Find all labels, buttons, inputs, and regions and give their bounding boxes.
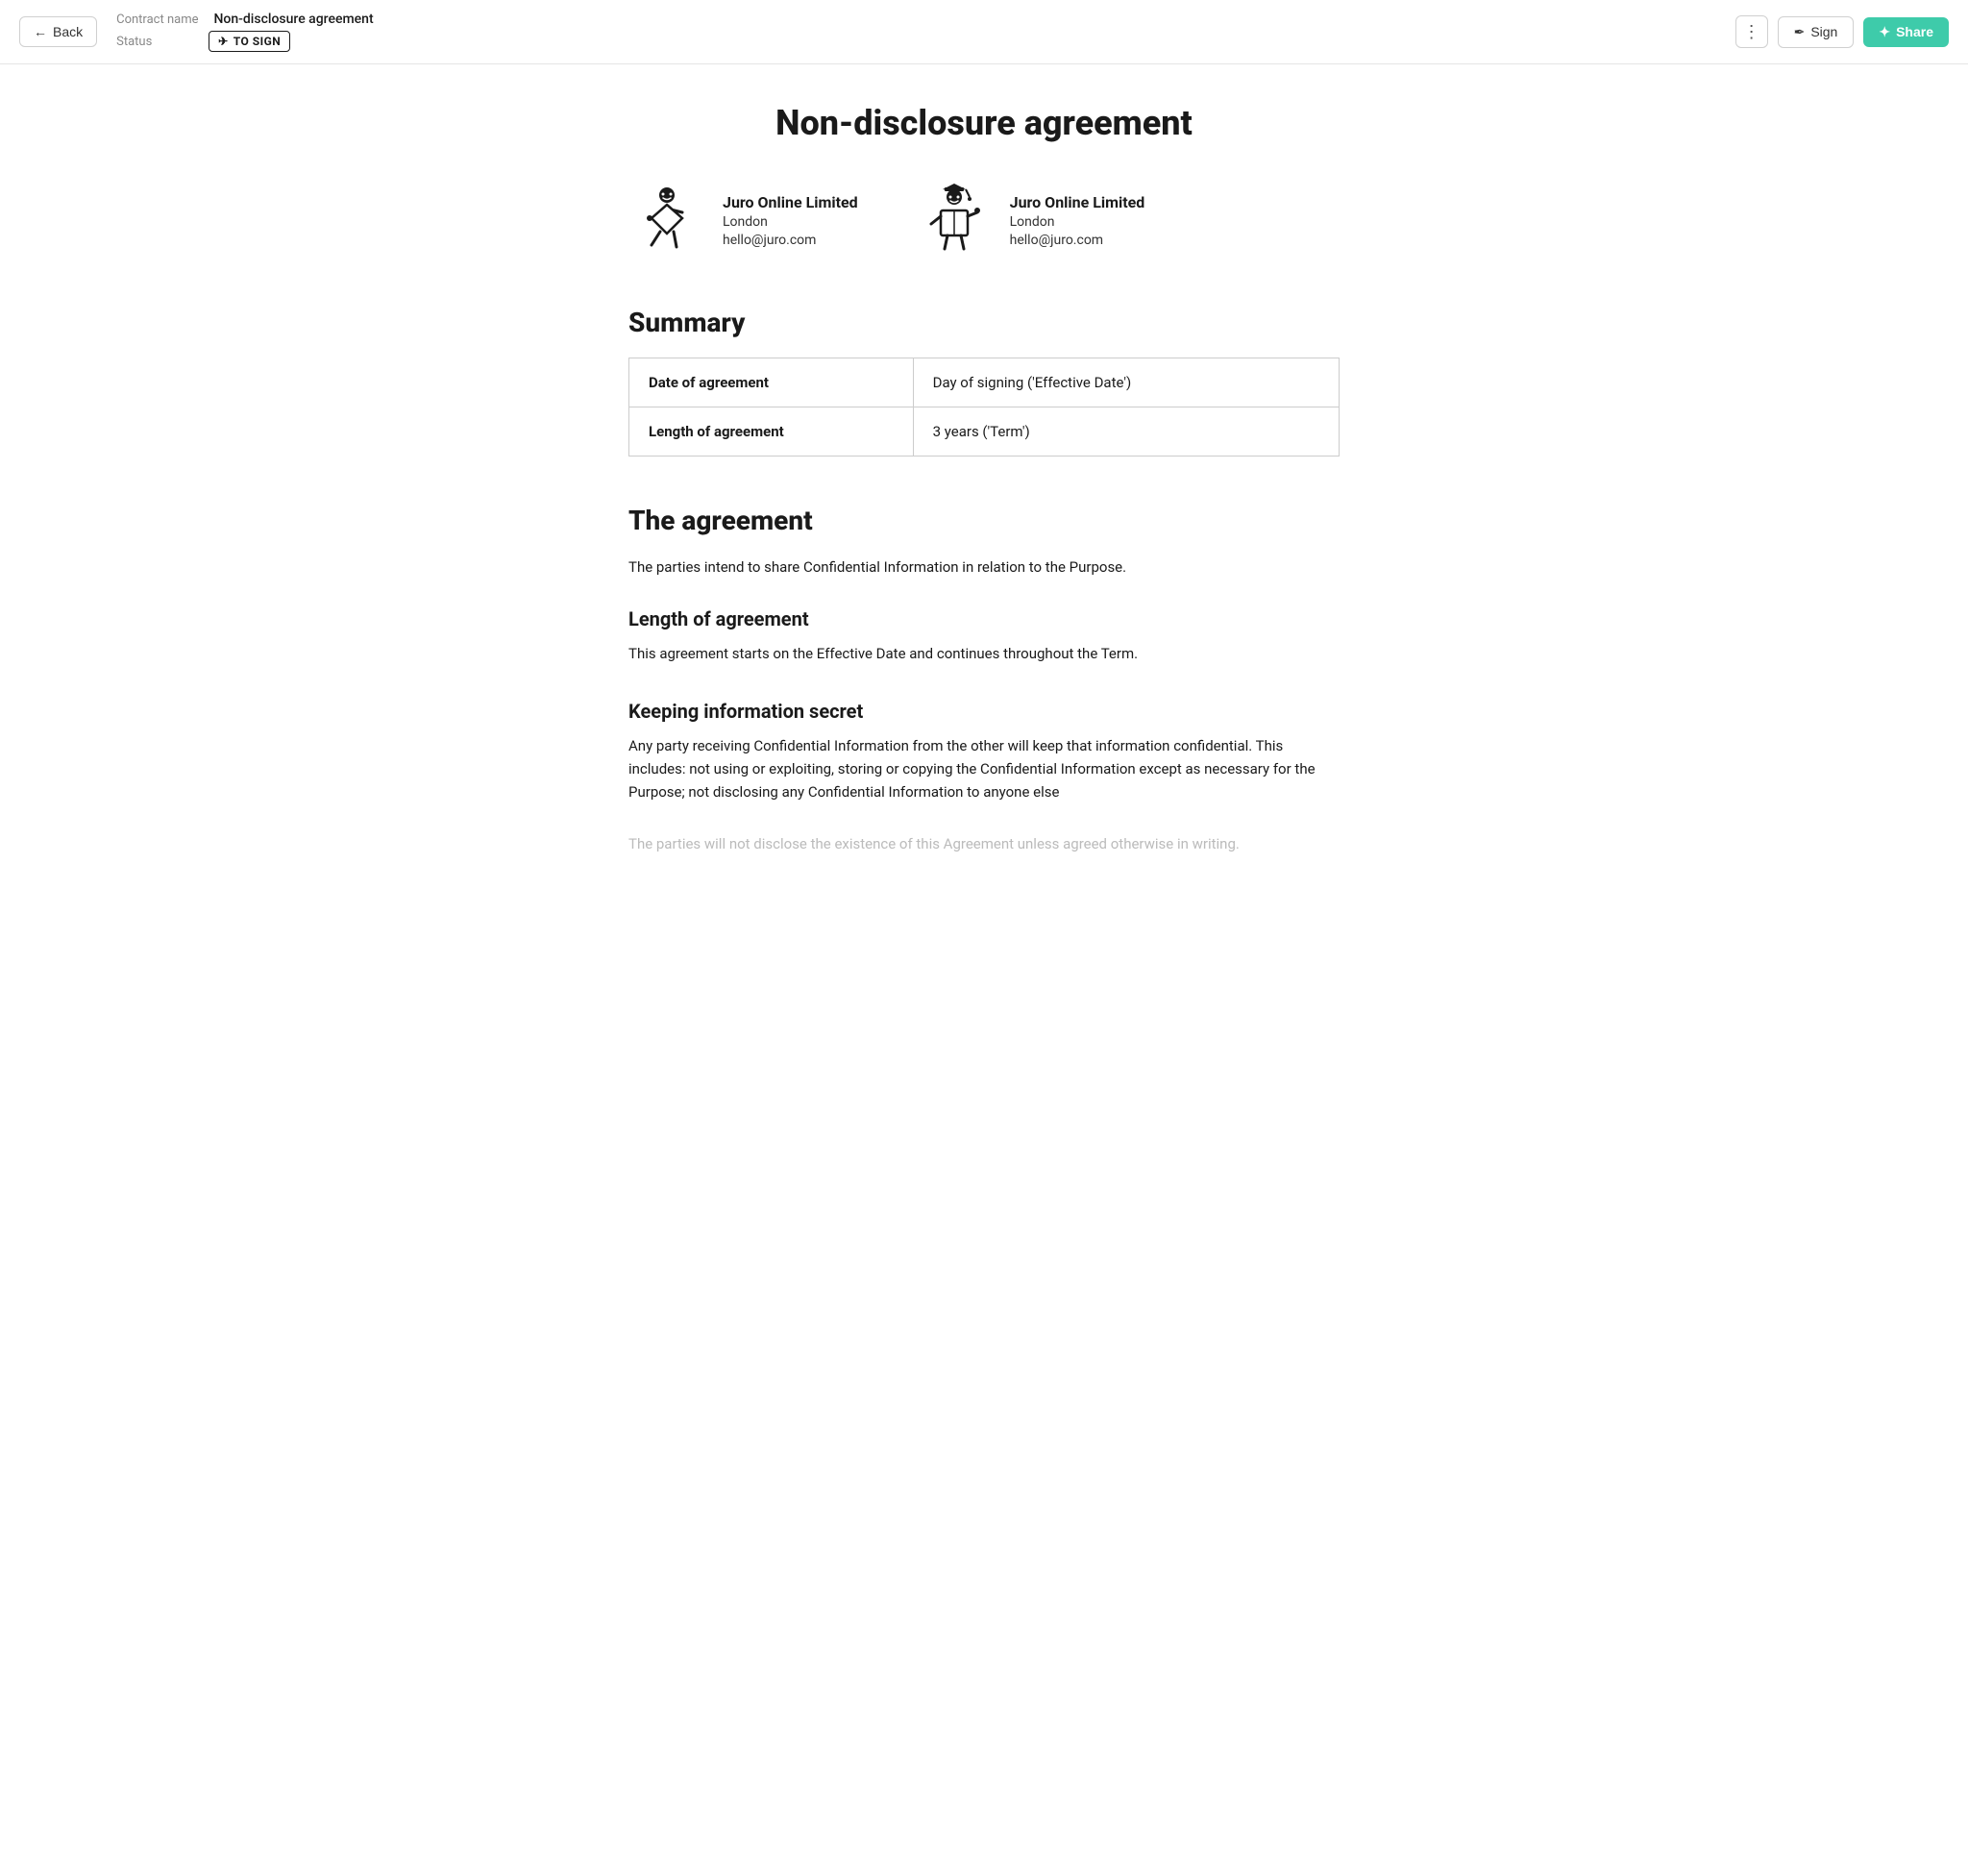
share-label: Share xyxy=(1896,24,1933,39)
length-subsection-title: Length of agreement xyxy=(628,607,1340,630)
party-2-city: London xyxy=(1010,214,1145,230)
party-2: Juro Online Limited London hello@juro.co… xyxy=(916,182,1145,259)
summary-table: Date of agreement Day of signing ('Effec… xyxy=(628,358,1340,457)
contract-name-row: Contract name Non-disclosure agreement xyxy=(116,12,1715,27)
status-row: Status ✈ TO SIGN xyxy=(116,31,1715,52)
share-icon: ✦ xyxy=(1879,24,1890,40)
secret-subsection-text: Any party receiving Confidential Informa… xyxy=(628,734,1340,803)
sign-label: Sign xyxy=(1810,24,1837,39)
header-metadata: Contract name Non-disclosure agreement S… xyxy=(116,12,1715,52)
sign-pen-icon: ✒ xyxy=(1794,24,1806,40)
summary-section-title: Summary xyxy=(628,307,1340,338)
party-2-info: Juro Online Limited London hello@juro.co… xyxy=(1010,193,1145,248)
party-1-avatar xyxy=(628,182,705,259)
party-2-email: hello@juro.com xyxy=(1010,233,1145,248)
faded-text: The parties will not disclose the existe… xyxy=(628,832,1340,855)
party-1: Juro Online Limited London hello@juro.co… xyxy=(628,182,858,259)
length-of-agreement-label: Length of agreement xyxy=(629,407,914,457)
document-title: Non-disclosure agreement xyxy=(628,103,1340,143)
sign-button[interactable]: ✒ Sign xyxy=(1778,16,1855,48)
back-label: Back xyxy=(53,24,83,39)
party-2-name: Juro Online Limited xyxy=(1010,193,1145,211)
share-button[interactable]: ✦ Share xyxy=(1863,17,1949,47)
status-value: TO SIGN xyxy=(234,35,282,48)
date-of-agreement-label: Date of agreement xyxy=(629,358,914,407)
status-label: Status xyxy=(116,35,193,49)
secret-subsection: Keeping information secret Any party rec… xyxy=(628,700,1340,855)
length-subsection: Length of agreement This agreement start… xyxy=(628,607,1340,665)
table-row: Date of agreement Day of signing ('Effec… xyxy=(629,358,1340,407)
back-arrow-icon: ← xyxy=(34,24,47,39)
more-options-button[interactable]: ⋮ xyxy=(1735,15,1768,48)
length-of-agreement-value: 3 years ('Term') xyxy=(913,407,1339,457)
party-1-info: Juro Online Limited London hello@juro.co… xyxy=(723,193,858,248)
length-subsection-text: This agreement starts on the Effective D… xyxy=(628,642,1340,665)
date-of-agreement-value: Day of signing ('Effective Date') xyxy=(913,358,1339,407)
agreement-intro: The parties intend to share Confidential… xyxy=(628,555,1340,579)
party-1-city: London xyxy=(723,214,858,230)
status-badge: ✈ TO SIGN xyxy=(209,31,290,52)
header-actions: ⋮ ✒ Sign ✦ Share xyxy=(1735,15,1949,48)
secret-subsection-title: Keeping information secret xyxy=(628,700,1340,723)
party-1-email: hello@juro.com xyxy=(723,233,858,248)
plane-icon: ✈ xyxy=(218,35,229,48)
parties-section: Juro Online Limited London hello@juro.co… xyxy=(628,182,1340,259)
table-row: Length of agreement 3 years ('Term') xyxy=(629,407,1340,457)
contract-name-value: Non-disclosure agreement xyxy=(213,12,373,27)
party-1-name: Juro Online Limited xyxy=(723,193,858,211)
more-icon: ⋮ xyxy=(1743,22,1760,42)
page-header: ← Back Contract name Non-disclosure agre… xyxy=(0,0,1968,64)
party-2-avatar xyxy=(916,182,993,259)
document-content: Non-disclosure agreement xyxy=(600,64,1368,948)
agreement-section-title: The agreement xyxy=(628,505,1340,536)
contract-name-label: Contract name xyxy=(116,12,198,27)
back-button[interactable]: ← Back xyxy=(19,16,97,47)
